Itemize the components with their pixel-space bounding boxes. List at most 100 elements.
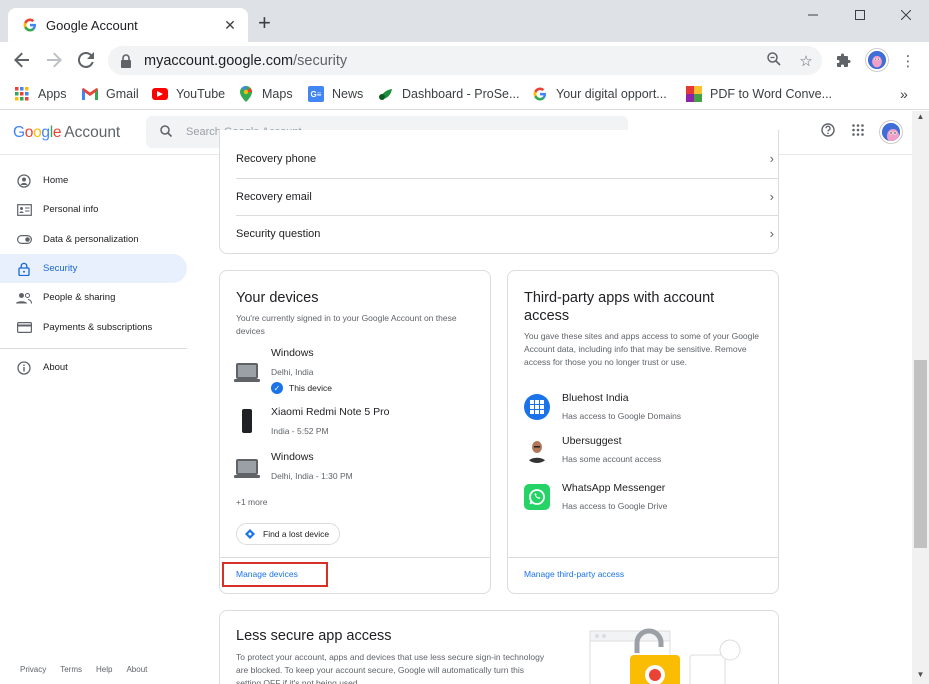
recovery-email-row[interactable]: Recovery email › [236, 178, 778, 215]
manage-third-party-access-link[interactable]: Manage third-party access [524, 569, 624, 579]
google-apps-icon[interactable] [848, 123, 868, 139]
apps-grid-icon [14, 86, 30, 102]
bookmark-star-icon[interactable]: ☆ [790, 52, 822, 70]
highlight-box [222, 562, 328, 587]
maps-pin-icon [238, 86, 254, 102]
your-devices-card: Your devices You're currently signed in … [219, 270, 491, 594]
bookmark-maps[interactable]: Maps [238, 84, 293, 104]
google-g-icon [532, 86, 548, 102]
less-secure-description: To protect your account, apps and device… [236, 652, 545, 684]
tab-close-icon[interactable]: ✕ [222, 17, 238, 34]
check-circle-icon: ✓ [271, 382, 283, 394]
device-location: Delhi, India - 1:30 PM [271, 471, 353, 481]
app-item-bluehost[interactable]: Bluehost India Has access to Google Doma… [524, 392, 764, 422]
chevron-right-icon: › [769, 189, 774, 204]
scroll-down-arrow-icon[interactable]: ▼ [912, 670, 929, 684]
recovery-phone-row[interactable]: Recovery phone › [236, 140, 778, 177]
profile-avatar-icon[interactable] [866, 49, 888, 71]
footer-link-privacy[interactable]: Privacy [20, 665, 46, 674]
laptop-icon [234, 459, 260, 478]
zoom-icon[interactable] [758, 51, 790, 70]
sidebar-item-personal-info[interactable]: Personal info [0, 195, 187, 224]
prosense-leaf-icon [378, 86, 394, 102]
find-lost-device-button[interactable]: Find a lost device [236, 523, 341, 545]
bookmark-label: PDF to Word Conve... [710, 87, 833, 101]
new-tab-button[interactable]: + [258, 12, 271, 34]
bookmark-dashboard[interactable]: Dashboard - ProSe... [378, 84, 519, 104]
reload-button[interactable] [74, 48, 98, 72]
info-icon [16, 360, 32, 376]
google-wordmark: Google [13, 124, 62, 141]
sidebar-item-security[interactable]: Security [0, 254, 187, 283]
back-button[interactable] [10, 48, 34, 72]
bookmarks-bar: Apps Gmail YouTube Maps G≡ News Dashboar… [0, 78, 929, 110]
devices-title: Your devices [236, 290, 319, 306]
maximize-button[interactable] [837, 0, 883, 30]
devices-description: You're currently signed in to your Googl… [236, 313, 457, 336]
account-sidebar: Home Personal info Data & personalizatio… [0, 156, 200, 684]
search-icon [160, 124, 174, 140]
sidebar-label: Payments & subscriptions [43, 322, 153, 333]
toggle-icon [16, 232, 32, 248]
forward-button[interactable] [42, 48, 66, 72]
app-access: Has access to Google Drive [562, 501, 668, 511]
browser-tab[interactable]: Google Account ✕ [8, 8, 248, 42]
url-text: myaccount.google.com/security [144, 52, 348, 69]
footer-link-help[interactable]: Help [96, 665, 112, 674]
minimize-button[interactable] [790, 0, 836, 30]
bookmark-apps[interactable]: Apps [14, 84, 67, 104]
help-icon[interactable] [818, 123, 838, 140]
device-item[interactable]: Windows Delhi, India ✓ This device [234, 347, 476, 395]
scroll-up-arrow-icon[interactable]: ▲ [912, 112, 929, 126]
bluehost-icon [524, 394, 550, 420]
lock-icon[interactable] [120, 53, 132, 68]
google-favicon-icon [22, 17, 38, 33]
chevron-right-icon: › [769, 151, 774, 166]
sidebar-item-payments[interactable]: Payments & subscriptions [0, 313, 187, 342]
device-name: Windows [271, 451, 314, 463]
footer-link-about[interactable]: About [126, 665, 147, 674]
lock-icon [16, 261, 32, 277]
sidebar-item-data-personalization[interactable]: Data & personalization [0, 225, 187, 254]
sidebar-label: People & sharing [43, 292, 116, 303]
browser-tabstrip: Google Account ✕ + [0, 0, 929, 42]
address-bar[interactable]: myaccount.google.com/security ☆ [108, 46, 822, 75]
extensions-puzzle-icon[interactable] [834, 51, 854, 71]
bookmarks-overflow-button[interactable]: » [900, 84, 908, 104]
footer-link-terms[interactable]: Terms [60, 665, 82, 674]
page-scrollbar-thumb[interactable] [914, 360, 927, 548]
find-lost-device-label: Find a lost device [263, 529, 330, 539]
app-access: Has some account access [562, 454, 662, 464]
account-avatar-icon[interactable] [880, 121, 902, 143]
security-question-row[interactable]: Security question › [236, 215, 778, 252]
google-news-icon: G≡ [308, 86, 324, 102]
bookmark-news[interactable]: G≡ News [308, 84, 363, 104]
bookmark-digital[interactable]: Your digital opport... [532, 84, 667, 104]
device-item[interactable]: Xiaomi Redmi Note 5 Pro India - 5:52 PM [236, 406, 476, 438]
less-secure-title: Less secure app access [236, 628, 392, 644]
bookmark-pdf-to-word[interactable]: PDF to Word Conve... [686, 84, 832, 104]
tab-title: Google Account [46, 17, 138, 33]
sidebar-item-about[interactable]: About [0, 353, 187, 382]
bookmark-label: Dashboard - ProSe... [402, 87, 520, 101]
sidebar-label: Personal info [43, 204, 99, 215]
app-name: Bluehost India [562, 392, 629, 404]
chrome-menu-icon[interactable]: ⋮ [898, 51, 918, 71]
apps-title: Third-party apps with account access [524, 290, 715, 324]
device-item[interactable]: Windows Delhi, India - 1:30 PM [234, 451, 476, 483]
row-label: Security question [236, 227, 321, 240]
app-item-ubersuggest[interactable]: Ubersuggest Has some account access [524, 435, 764, 465]
credit-card-icon [16, 320, 32, 336]
google-account-logo[interactable]: Google Account [13, 124, 120, 142]
sidebar-item-people-sharing[interactable]: People & sharing [0, 283, 187, 312]
padlock-illustration [585, 625, 755, 684]
gmail-icon [82, 86, 98, 102]
bookmark-gmail[interactable]: Gmail [82, 84, 139, 104]
bookmark-youtube[interactable]: YouTube [152, 84, 225, 104]
pdf-converter-icon [686, 86, 702, 102]
browser-toolbar: myaccount.google.com/security ☆ ⋮ [0, 42, 929, 78]
sidebar-item-home[interactable]: Home [0, 166, 187, 195]
device-name: Xiaomi Redmi Note 5 Pro [271, 406, 390, 418]
close-window-button[interactable] [883, 0, 929, 30]
app-item-whatsapp[interactable]: WhatsApp Messenger Has access to Google … [524, 482, 764, 512]
